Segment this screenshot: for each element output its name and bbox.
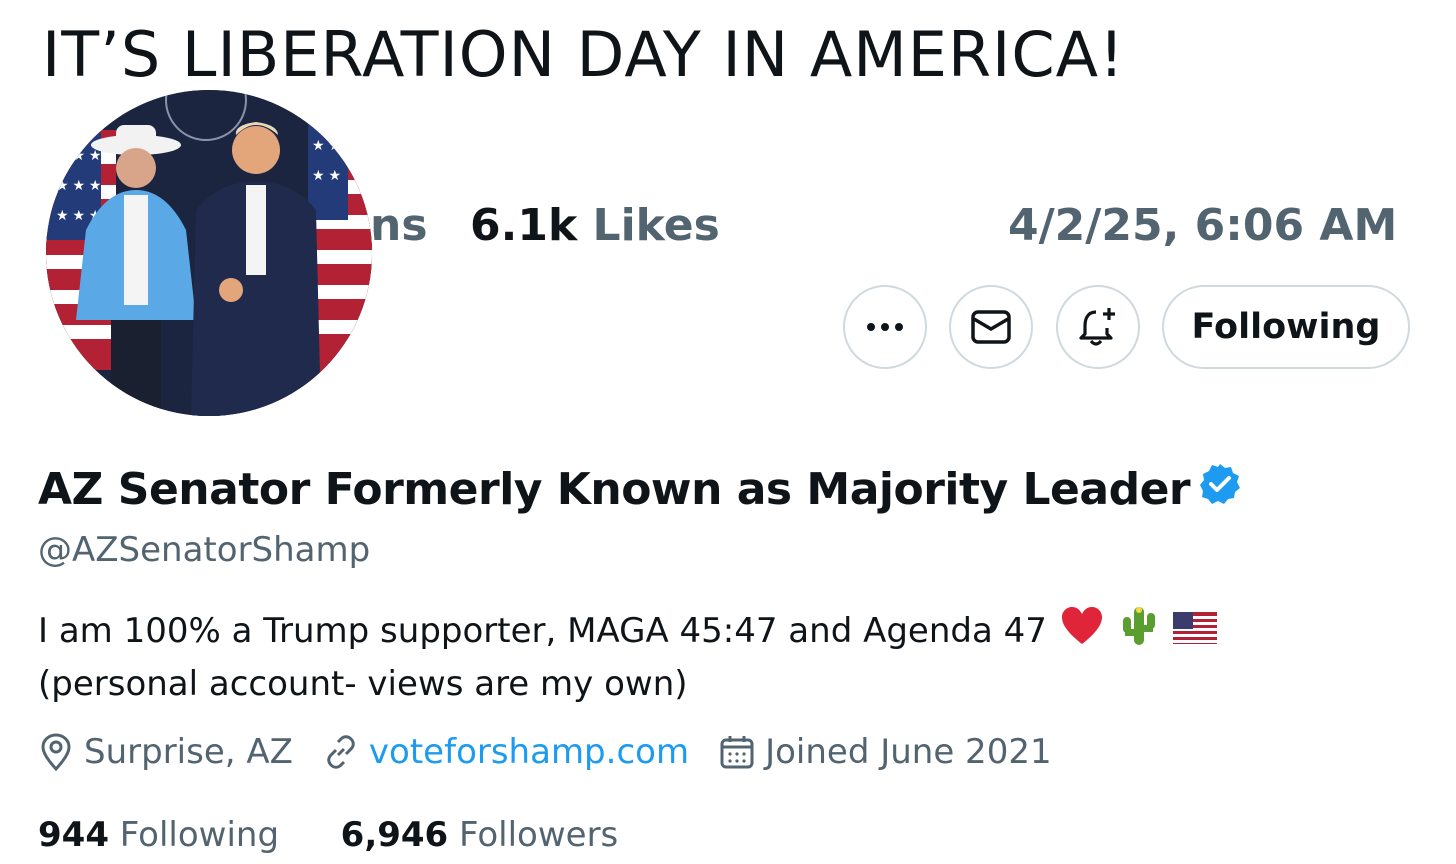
followers-link[interactable]: 6,946 Followers: [341, 815, 619, 855]
following-link[interactable]: 944 Following: [38, 815, 290, 855]
location: Surprise, AZ: [38, 732, 293, 772]
profile-avatar[interactable]: ★ ★ ★ ★ ★ ★ ★ ★ ★ ★ ★ ★ ★: [46, 90, 372, 416]
avatar-photo: ★ ★ ★ ★ ★ ★ ★ ★ ★ ★ ★ ★ ★: [46, 90, 372, 416]
verified-badge-icon[interactable]: [1198, 462, 1242, 517]
bell-plus-icon: [1079, 308, 1115, 346]
display-name-text: AZ Senator Formerly Known as Majority Le…: [38, 464, 1191, 515]
stat-partial-label: ns: [370, 200, 428, 251]
bio-text-2: (personal account- views are my own): [38, 664, 688, 704]
cactus-emoji: [1119, 605, 1159, 660]
join-date: Joined June 2021: [719, 732, 1052, 772]
heart-emoji: [1060, 606, 1104, 659]
likes-label: Likes: [592, 200, 720, 251]
bio: I am 100% a Trump supporter, MAGA 45:47 …: [38, 605, 1378, 708]
following-button[interactable]: Following: [1162, 285, 1410, 369]
svg-text:★ ★ ★: ★ ★ ★: [56, 147, 101, 163]
followers-label: Followers: [459, 815, 619, 855]
location-text: Surprise, AZ: [84, 732, 293, 772]
join-date-text: Joined June 2021: [765, 732, 1052, 772]
user-handle: @AZSenatorShamp: [38, 530, 371, 570]
profile-meta: Surprise, AZ voteforshamp.com Joined Jun…: [38, 732, 1082, 772]
likes-count: 6.1k: [470, 200, 578, 251]
message-button[interactable]: [949, 285, 1033, 369]
us-flag-emoji: [1173, 609, 1218, 657]
banner-title: IT’S LIBERATION DAY IN AMERICA!: [42, 18, 1125, 91]
notify-button[interactable]: [1056, 285, 1140, 369]
more-button[interactable]: [843, 285, 927, 369]
display-name: AZ Senator Formerly Known as Majority Le…: [38, 462, 1242, 517]
following-count: 944: [38, 815, 109, 855]
mail-icon: [971, 310, 1011, 344]
calendar-icon: [720, 736, 754, 769]
bio-text-1: I am 100% a Trump supporter, MAGA 45:47 …: [38, 611, 1047, 651]
likes-stat[interactable]: 6.1k Likes: [470, 200, 720, 251]
svg-text:★ ★: ★ ★: [312, 137, 341, 153]
website-link[interactable]: voteforshamp.com: [369, 732, 689, 772]
svg-text:★ ★: ★ ★: [312, 167, 341, 183]
svg-text:★ ★ ★: ★ ★ ★: [56, 177, 101, 193]
follow-counts: 944 Following 6,946 Followers: [38, 815, 618, 855]
location-pin-icon: [41, 733, 71, 772]
link-icon: [327, 735, 355, 769]
following-label: Following: [119, 815, 280, 855]
website[interactable]: voteforshamp.com: [323, 732, 689, 772]
more-icon: [867, 323, 903, 331]
followers-count: 6,946: [340, 815, 449, 855]
post-timestamp[interactable]: 4/2/25, 6:06 AM: [1008, 200, 1397, 251]
